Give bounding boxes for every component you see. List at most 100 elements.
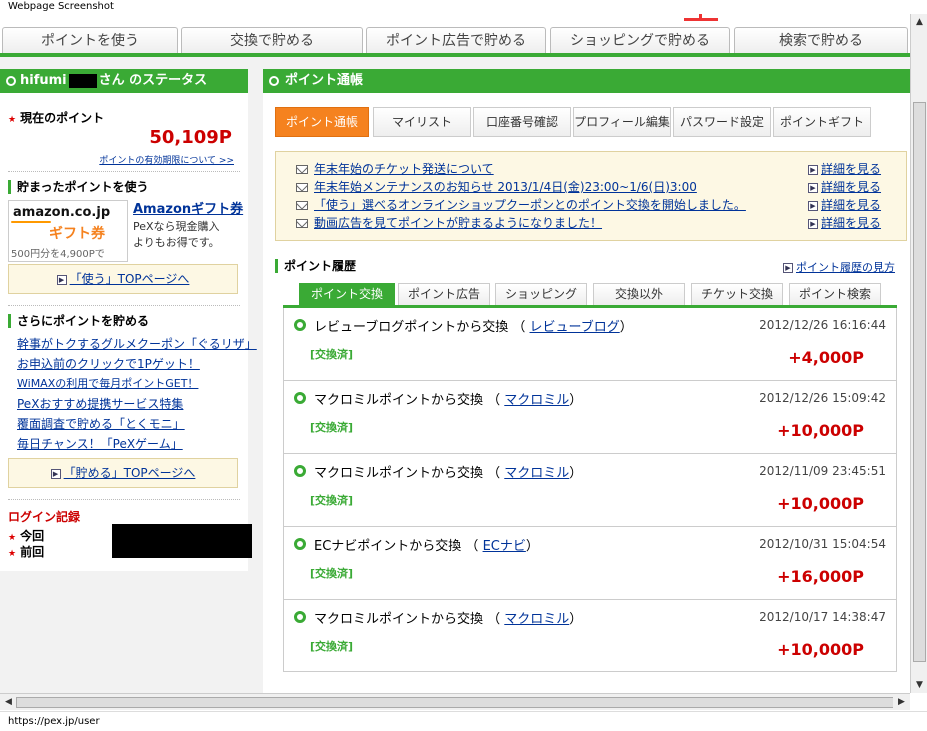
notice-box: 年末年始のチケット発送について ▶ 詳細を見る 年末年始メンテナンスのお知らせ 2… [275, 151, 907, 241]
subtab-passbook[interactable]: ポイント通帳 [275, 107, 369, 137]
amazon-smile-icon [11, 221, 51, 223]
scroll-down-icon[interactable]: ▼ [911, 677, 927, 693]
mail-icon [296, 219, 308, 228]
notice-more[interactable]: ▶ 詳細を見る [808, 196, 881, 213]
history-tab-search[interactable]: ポイント検索 [789, 283, 881, 305]
notice-item[interactable]: 「使う」選べるオンラインショップクーポンとのポイント交換を開始しました。 [296, 196, 746, 213]
history-date: 2012/10/31 15:04:54 [759, 537, 886, 551]
history-desc: レビューブログポイントから交換 （ レビューブログ） [314, 320, 633, 335]
history-tab-other[interactable]: 交換以外 [593, 283, 685, 305]
history-source-link[interactable]: マクロミル [504, 466, 569, 481]
save-link-partners[interactable]: PeXおすすめ提携サービス特集 [17, 395, 183, 412]
history-source-link[interactable]: マクロミル [504, 612, 569, 627]
mail-icon [296, 183, 308, 192]
horizontal-scrollbar[interactable]: ◀ ▶ [0, 693, 910, 710]
history-row: マクロミルポイントから交換 （ マクロミル） 2012/10/17 14:38:… [284, 600, 896, 673]
notice-item[interactable]: 動画広告を見てポイントが貯まるようになりました！ [296, 214, 602, 231]
history-help-link[interactable]: ▶ ポイント履歴の見方 [783, 259, 895, 275]
history-tab-ticket[interactable]: チケット交換 [691, 283, 783, 305]
mail-icon [296, 165, 308, 174]
history-points: +16,000P [777, 567, 864, 586]
subtab-password[interactable]: パスワード設定 [673, 107, 771, 137]
circle-icon [6, 76, 16, 86]
history-date: 2012/10/17 14:38:47 [759, 610, 886, 624]
amazon-gift-logo[interactable]: amazon.co.jp ギフト券 500円分を4,900Pで [8, 200, 128, 262]
history-points: +10,000P [777, 421, 864, 440]
ring-icon [294, 611, 306, 623]
history-points: +10,000P [777, 640, 864, 659]
amazon-logo-rate: 500円分を4,900Pで [11, 249, 105, 260]
topnav-tab-shopping[interactable]: ショッピングで貯める [550, 27, 730, 53]
history-date: 2012/12/26 16:16:44 [759, 318, 886, 332]
current-points-label: ★ 現在のポイント [8, 111, 105, 125]
history-points: +4,000P [788, 348, 864, 367]
save-link-game[interactable]: 毎日チャンス！「PeXゲーム」 [17, 435, 183, 452]
save-points-title: さらにポイントを貯める [8, 314, 149, 328]
save-link-click[interactable]: お申込前のクリックで1Pゲット！ [17, 355, 200, 372]
subtab-profile[interactable]: プロフィール編集 [573, 107, 671, 137]
status-bar-url: https://pex.jp/user [0, 711, 927, 730]
status-header-suffix: さん のステータス [98, 73, 208, 88]
subtab-mylist[interactable]: マイリスト [373, 107, 471, 137]
amazon-desc-1: PeXなら現金購入 [133, 220, 220, 233]
ring-icon [294, 465, 306, 477]
topnav-tab-exchange[interactable]: 交換で貯める [181, 27, 363, 53]
points-expiry-link[interactable]: ポイントの有効期限について >> [99, 153, 234, 166]
history-tab-exchange[interactable]: ポイント交換 [299, 283, 395, 305]
arrow-right-icon: ▶ [783, 263, 793, 273]
status-header: hifumi さん のステータス [0, 69, 248, 93]
mail-icon [296, 201, 308, 210]
history-status: [交換済] [310, 640, 354, 653]
subtab-gift[interactable]: ポイントギフト [773, 107, 871, 137]
scroll-up-icon[interactable]: ▲ [911, 14, 927, 30]
history-status: [交換済] [310, 421, 354, 434]
arrow-right-icon: ▶ [808, 182, 818, 193]
history-desc: マクロミルポイントから交換 （ マクロミル） [314, 612, 583, 627]
redaction-box [112, 524, 252, 558]
arrow-right-icon: ▶ [808, 200, 818, 211]
divider [8, 305, 240, 306]
scroll-left-icon[interactable]: ◀ [0, 694, 17, 710]
passbook-panel: ポイント通帳 ポイント通帳 マイリスト 口座番号確認 プロフィール編集 パスワー… [263, 69, 910, 693]
arrow-right-icon: ▶ [50, 468, 61, 479]
arrow-right-icon: ▶ [56, 274, 67, 285]
history-source-link[interactable]: ECナビ [483, 539, 526, 554]
arrow-right-icon: ▶ [808, 164, 818, 175]
history-source-link[interactable]: マクロミル [504, 393, 569, 408]
star-icon: ★ [8, 549, 17, 559]
horizontal-scroll-thumb[interactable] [16, 697, 894, 708]
history-tab-shopping[interactable]: ショッピング [495, 283, 587, 305]
topnav-tab-ads[interactable]: ポイント広告で貯める [366, 27, 546, 53]
page-content: hifumi さん のステータス ★ 現在のポイント 50,109P ポイントの有効… [0, 57, 910, 693]
save-top-button[interactable]: ▶ 「貯める」TOPページへ [8, 458, 238, 488]
notice-more[interactable]: ▶ 詳細を見る [808, 178, 881, 195]
history-desc: マクロミルポイントから交換 （ マクロミル） [314, 393, 583, 408]
history-source-link[interactable]: レビューブログ [530, 320, 620, 335]
vertical-scroll-thumb[interactable] [913, 102, 926, 662]
use-top-button[interactable]: ▶ 「使う」TOPページへ [8, 264, 238, 294]
save-link-wimax[interactable]: WiMAXの利用で毎月ポイントGET！ [17, 375, 198, 391]
save-link-tokumoni[interactable]: 覆面調査で貯める「とくモニ」 [17, 415, 185, 432]
save-link-gururiza[interactable]: 幹事がトクするグルメクーポン「ぐるリザ」 [17, 335, 257, 352]
amazon-logo-sub: ギフト券 [49, 226, 105, 242]
status-sidebar: hifumi さん のステータス ★ 現在のポイント 50,109P ポイントの有効… [0, 69, 257, 571]
topnav-tab-search[interactable]: 検索で貯める [734, 27, 908, 53]
scroll-right-icon[interactable]: ▶ [893, 694, 910, 710]
notice-more[interactable]: ▶ 詳細を見る [808, 160, 881, 177]
user-name: hifumi [20, 73, 67, 88]
notice-more[interactable]: ▶ 詳細を見る [808, 214, 881, 231]
redaction-box [68, 73, 97, 88]
topnav-tab-use[interactable]: ポイントを使う [2, 27, 178, 53]
amazon-gift-link[interactable]: Amazonギフト券 [133, 198, 243, 217]
history-desc: ECナビポイントから交換 （ ECナビ） [314, 539, 539, 554]
history-tab-ads[interactable]: ポイント広告 [398, 283, 490, 305]
notice-item[interactable]: 年末年始のチケット発送について [296, 160, 494, 177]
vertical-scrollbar[interactable]: ▲ ▼ [910, 14, 927, 693]
divider [8, 171, 240, 172]
subtab-account-number[interactable]: 口座番号確認 [473, 107, 571, 137]
history-desc: マクロミルポイントから交換 （ マクロミル） [314, 466, 583, 481]
history-list: レビューブログポイントから交換 （ レビューブログ） 2012/12/26 16… [283, 308, 897, 672]
notice-item[interactable]: 年末年始メンテナンスのお知らせ 2013/1/4日(金)23:00~1/6(日)… [296, 178, 697, 195]
use-points-title: 貯まったポイントを使う [8, 180, 149, 194]
history-date: 2012/11/09 23:45:51 [759, 464, 886, 478]
